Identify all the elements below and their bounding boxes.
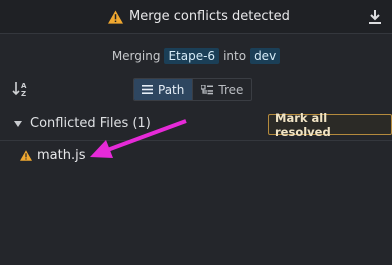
target-branch-badge: dev — [250, 48, 281, 64]
source-branch-badge: Etape-6 — [164, 48, 220, 64]
tree-view-button[interactable]: Tree — [192, 79, 251, 100]
tree-icon — [201, 84, 214, 94]
tree-view-label: Tree — [218, 82, 244, 97]
path-view-button[interactable]: Path — [134, 79, 193, 100]
header-bar: Merge conflicts detected — [0, 0, 392, 34]
header-title-group: Merge conflicts detected — [108, 9, 290, 24]
warning-icon — [20, 150, 32, 161]
list-icon — [142, 85, 153, 94]
header-title: Merge conflicts detected — [129, 9, 290, 24]
path-view-label: Path — [158, 82, 185, 97]
svg-text:A: A — [21, 82, 27, 90]
view-toggle: Path Tree — [133, 78, 253, 101]
conflicted-files-section[interactable]: Conflicted Files (1) — [14, 116, 151, 131]
divider — [0, 140, 392, 141]
download-icon[interactable] — [368, 9, 382, 25]
mark-all-resolved-button[interactable]: Mark all resolved — [268, 111, 392, 139]
merge-info: Merging Etape-6 into dev — [0, 48, 392, 64]
conflicted-file-item[interactable]: math.js — [20, 148, 85, 163]
merge-connector: into — [223, 49, 247, 63]
chevron-down-icon — [14, 120, 22, 127]
conflicted-file-name: math.js — [37, 148, 86, 163]
conflicted-files-label: Conflicted Files (1) — [30, 116, 151, 131]
merge-prefix: Merging — [111, 49, 161, 63]
warning-icon — [108, 9, 123, 24]
svg-text:Z: Z — [21, 90, 26, 98]
sort-az-icon[interactable]: A Z — [12, 80, 30, 98]
